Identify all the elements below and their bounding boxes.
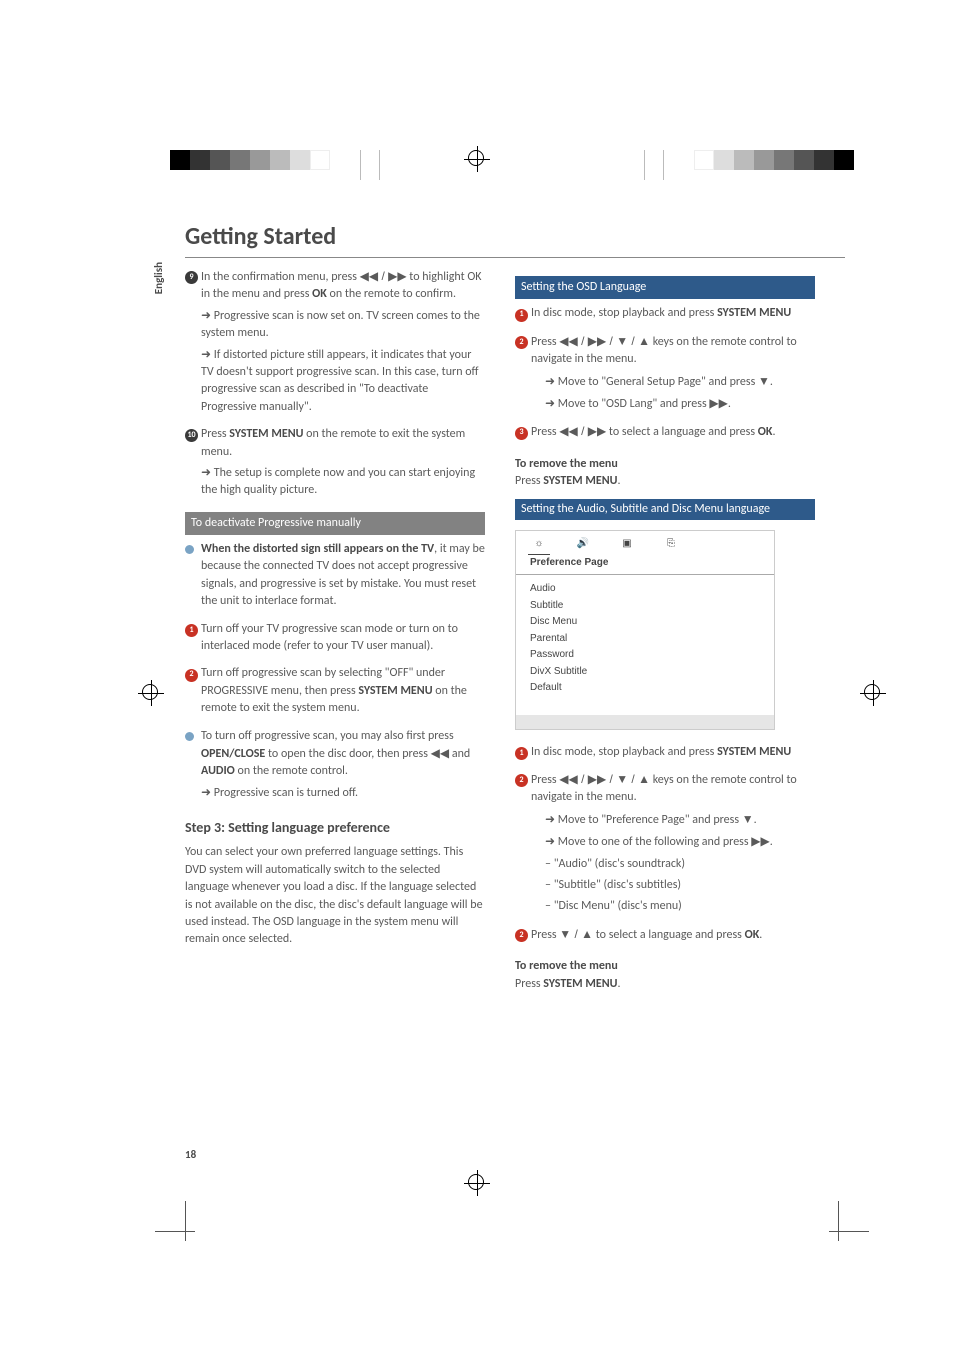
down-icon: ▼ <box>758 374 770 388</box>
pref-step-2: 2 Press ◀◀ / ▶▶ / ▼ / ▲ keys on the remo… <box>515 771 815 920</box>
page-content: Getting Started 9 In the confirmation me… <box>185 222 845 997</box>
rew-icon: ◀◀ <box>431 746 449 760</box>
osd-item: Parental <box>530 631 760 648</box>
step-marker-9: 9 <box>185 271 198 284</box>
step-9: 9 In the confirmation menu, press ◀◀ / ▶… <box>185 268 485 420</box>
remove-menu-block: To remove the menu Press SYSTEM MENU. <box>515 456 815 491</box>
left-column: 9 In the confirmation menu, press ◀◀ / ▶… <box>185 268 485 997</box>
bullet-icon <box>185 545 194 554</box>
osd-tab-exit-icon: ⎘ <box>662 537 680 552</box>
step-marker-red-2: 2 <box>185 669 198 682</box>
down-icon: ▼ <box>742 812 754 826</box>
remove-menu-block-2: To remove the menu Press SYSTEM MENU. <box>515 958 815 993</box>
registration-mark-right <box>860 680 886 711</box>
osd-item: Default <box>530 680 760 697</box>
osd-item: Subtitle <box>530 598 760 615</box>
color-squares-left <box>170 150 380 180</box>
osd-step-3: 3 Press ◀◀ / ▶▶ to select a language and… <box>515 423 815 445</box>
print-marks-top <box>0 150 954 180</box>
osd-tab-general-icon: ☼ <box>530 537 548 552</box>
title-rule <box>185 257 845 258</box>
step-marker-red: 2 <box>515 774 528 787</box>
deact-step-2: 2 Turn off progressive scan by selecting… <box>185 665 485 721</box>
osd-page-title: Preference Page <box>516 554 774 576</box>
ff-icon: ▶▶ <box>709 396 727 410</box>
heading-step-3: Step 3: Setting language preference <box>185 818 485 838</box>
osd-step-2: 2 Press ◀◀ / ▶▶ / ▼ / ▲ keys on the remo… <box>515 333 815 418</box>
step3-paragraph: You can select your own preferred langua… <box>185 844 485 948</box>
osd-tab-audio-icon: 🔊 <box>574 537 592 552</box>
color-squares-right <box>644 150 854 180</box>
step-marker-red: 2 <box>515 336 528 349</box>
heading-deactivate-progressive: To deactivate Progressive manually <box>185 512 485 535</box>
updown-icon: ▼ / ▲ <box>559 927 593 941</box>
registration-mark-bottom <box>464 1170 490 1201</box>
pref-step-1: 1 In disc mode, stop playback and press … <box>515 744 815 765</box>
osd-step-1: 1 In disc mode, stop playback and press … <box>515 305 815 326</box>
heading-audio-subtitle: Setting the Audio, Subtitle and Disc Men… <box>515 499 815 521</box>
registration-mark-top <box>464 146 490 177</box>
step-marker-red: 1 <box>515 309 528 322</box>
right-column: Setting the OSD Language 1 In disc mode,… <box>515 268 815 997</box>
osd-footer <box>516 715 774 729</box>
osd-item: Audio <box>530 581 760 598</box>
step-marker-red: 3 <box>515 427 528 440</box>
osd-item: Disc Menu <box>530 614 760 631</box>
osd-item: Password <box>530 647 760 664</box>
nav-keys-icon: ◀◀ / ▶▶ / ▼ / ▲ <box>559 772 650 786</box>
page-number: 18 <box>185 1148 196 1161</box>
step-marker-10: 10 <box>185 429 198 442</box>
rewff-icon: ◀◀ / ▶▶ <box>559 424 606 438</box>
rewff-icon: ◀◀ / ▶▶ <box>360 269 407 283</box>
bullet-icon <box>185 732 194 741</box>
osd-screenshot: ☼ 🔊 ▣ ⎘ Preference Page Audio Subtitle D… <box>515 530 775 730</box>
registration-mark-left <box>138 680 164 711</box>
step-marker-red-1: 1 <box>185 624 198 637</box>
page-title: Getting Started <box>185 222 845 251</box>
step-marker-red: 1 <box>515 747 528 760</box>
pref-step-3: 2 Press ▼ / ▲ to select a language and p… <box>515 926 815 948</box>
step-marker-red: 2 <box>515 929 528 942</box>
bullet-turnoff: To turn off progressive scan, you may al… <box>185 728 485 807</box>
heading-osd-language: Setting the OSD Language <box>515 276 815 299</box>
language-tab: English <box>152 262 165 294</box>
bullet-distorted: When the distorted sign still appears on… <box>185 541 485 615</box>
deact-step-1: 1 Turn off your TV progressive scan mode… <box>185 621 485 660</box>
nav-keys-icon: ◀◀ / ▶▶ / ▼ / ▲ <box>559 334 650 348</box>
ff-icon: ▶▶ <box>751 834 769 848</box>
osd-tab-video-icon: ▣ <box>618 537 636 552</box>
step-10: 10 Press SYSTEM MENU on the remote to ex… <box>185 426 485 504</box>
osd-item: DivX Subtitle <box>530 664 760 681</box>
osd-menu-list: Audio Subtitle Disc Menu Parental Passwo… <box>516 575 774 715</box>
